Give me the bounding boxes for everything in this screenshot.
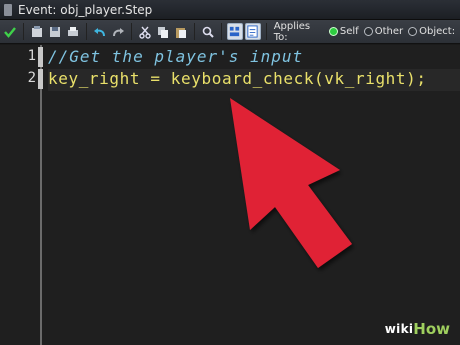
arrow-shape	[230, 98, 352, 268]
wikihow-watermark: wiki How	[381, 319, 454, 339]
pointer-arrow-icon	[230, 98, 352, 268]
watermark-wiki: wiki	[384, 322, 414, 336]
watermark-how: How	[413, 320, 450, 338]
